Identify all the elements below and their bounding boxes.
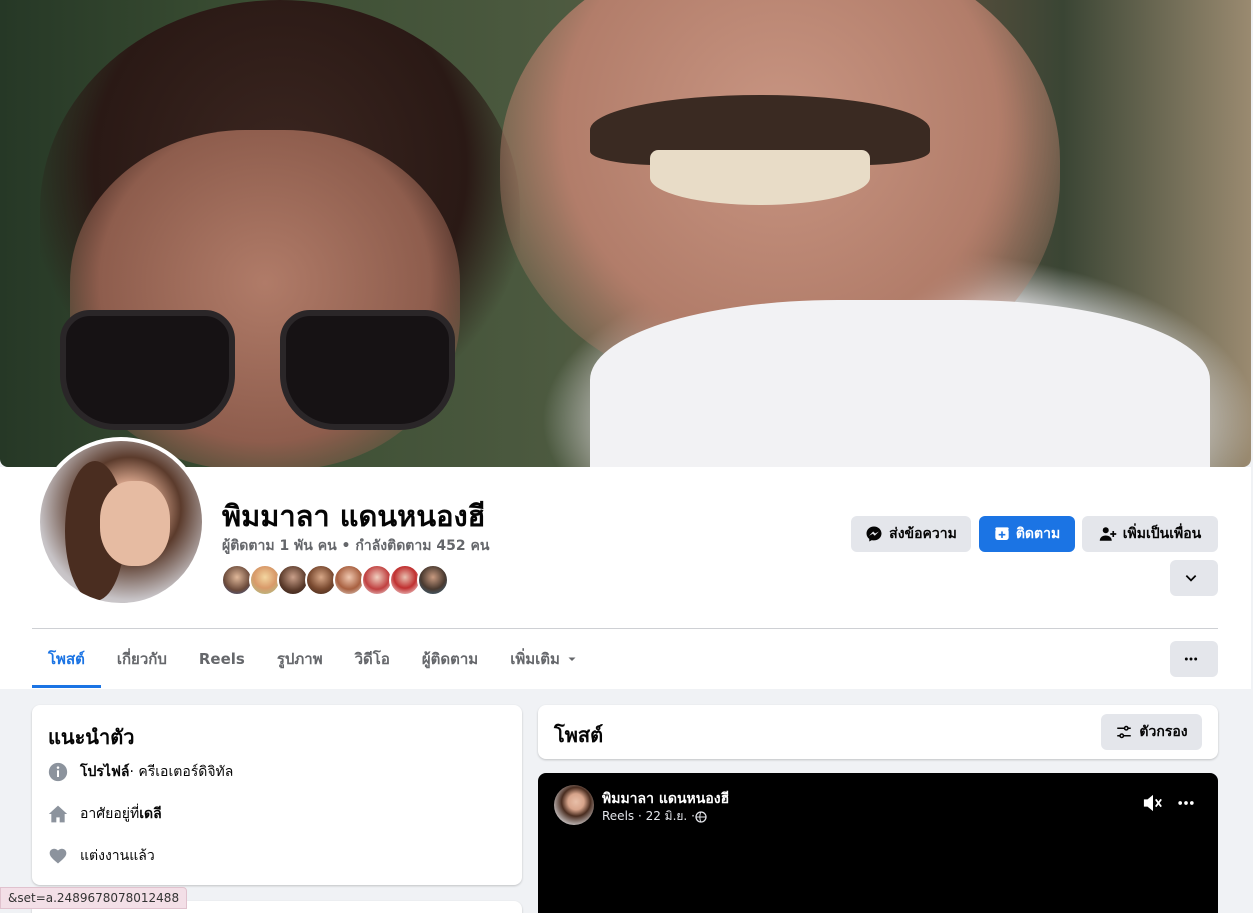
tab-label: ผู้ติดตาม (421, 650, 479, 668)
posts-title: โพสต์ (554, 723, 604, 747)
add-friend-button[interactable]: เพิ่มเป็นเพื่อน (1082, 516, 1218, 552)
globe-icon (695, 810, 707, 823)
heart-icon (49, 848, 67, 864)
follow-stats[interactable]: ผู้ติดตาม 1 พัน คน • กำลังติดตาม 452 คน (222, 535, 489, 557)
post-meta: Reels · 22 มิ.ย. · (602, 807, 707, 826)
add-friend-icon (1099, 527, 1116, 541)
info-icon (48, 762, 68, 782)
filter-button[interactable]: ตัวกรอง (1101, 714, 1202, 750)
tab-label: เพิ่มเติม (510, 650, 560, 668)
follow-plus-icon (995, 527, 1009, 540)
filter-button-label: ตัวกรอง (1139, 724, 1188, 740)
cover-photo[interactable] (0, 0, 1251, 467)
tab-label: โพสต์ (48, 650, 85, 668)
tab-label: รูปภาพ (276, 650, 323, 668)
caret-down-icon (568, 657, 576, 661)
intro-lives-value[interactable]: เดลี (139, 803, 161, 825)
more-icon[interactable] (1176, 793, 1196, 813)
intro-profile-row: โปรไฟล์ · ครีเอเตอร์ดิจิทัล (48, 761, 233, 783)
chevron-down-icon (1185, 575, 1197, 582)
intro-lives-row: อาศัยอยู่ที่ เดลี (48, 803, 162, 825)
tab-label: Reels (198, 650, 245, 668)
tab-label: วิดีโอ (354, 650, 390, 668)
filter-icon (1117, 725, 1132, 739)
cover-photo-detail (60, 290, 470, 450)
mutual-friends-avatars[interactable] (221, 564, 449, 596)
intro-title: แนะนำตัว (48, 725, 135, 749)
more-icon (1184, 657, 1198, 661)
cover-photo-detail (650, 150, 870, 205)
intro-relationship-row: แต่งงานแล้ว (48, 845, 155, 867)
tab-followers[interactable]: ผู้ติดตาม (406, 630, 494, 688)
profile-avatar[interactable] (36, 437, 206, 607)
intro-profile-label: โปรไฟล์ (80, 764, 130, 780)
message-button[interactable]: ส่งข้อความ (851, 516, 971, 552)
tab-more[interactable]: เพิ่มเติม (494, 630, 594, 688)
intro-card: แนะนำตัว โปรไฟล์ · ครีเอเตอร์ดิจิทัล อาศ… (32, 705, 522, 885)
tab-about[interactable]: เกี่ยวกับ (101, 630, 183, 688)
follow-button[interactable]: ติดตาม (979, 516, 1075, 552)
profile-tabs: โพสต์ เกี่ยวกับ Reels รูปภาพ วิดีโอ ผู้ต… (32, 630, 594, 688)
reel-post[interactable]: พิมมาลา แดนหนองฮี Reels · 22 มิ.ย. · (538, 773, 1218, 913)
tab-posts[interactable]: โพสต์ (32, 630, 101, 688)
profile-name: พิมมาลา แดนหนองฮี (222, 499, 486, 533)
intro-lives-prefix: อาศัยอยู่ที่ (80, 806, 140, 822)
home-icon (48, 805, 68, 823)
tab-label: เกี่ยวกับ (116, 650, 167, 668)
more-options-button[interactable] (1170, 641, 1218, 677)
tab-videos[interactable]: วิดีโอ (339, 630, 406, 688)
messenger-icon (866, 526, 882, 542)
posts-header-card: โพสต์ ตัวกรอง (538, 705, 1218, 759)
message-button-label: ส่งข้อความ (889, 526, 957, 542)
post-author-avatar[interactable] (554, 785, 594, 825)
friend-avatar[interactable] (417, 564, 449, 596)
header-divider (32, 628, 1218, 629)
status-bar-url: &set=a.2489678078012488 (0, 887, 188, 909)
tab-photos[interactable]: รูปภาพ (261, 630, 339, 688)
add-friend-button-label: เพิ่มเป็นเพื่อน (1122, 526, 1202, 542)
expand-button[interactable] (1170, 560, 1218, 596)
avatar-detail (100, 481, 170, 566)
intro-relationship: แต่งงานแล้ว (80, 848, 155, 864)
post-meta-text[interactable]: Reels · 22 มิ.ย. · (602, 807, 695, 826)
tab-reels[interactable]: Reels (183, 630, 261, 688)
mute-icon[interactable] (1142, 793, 1164, 813)
follow-button-label: ติดตาม (1015, 526, 1061, 542)
intro-profile-value: · ครีเอเตอร์ดิจิทัล (129, 764, 234, 780)
cover-photo-detail (590, 300, 1210, 467)
